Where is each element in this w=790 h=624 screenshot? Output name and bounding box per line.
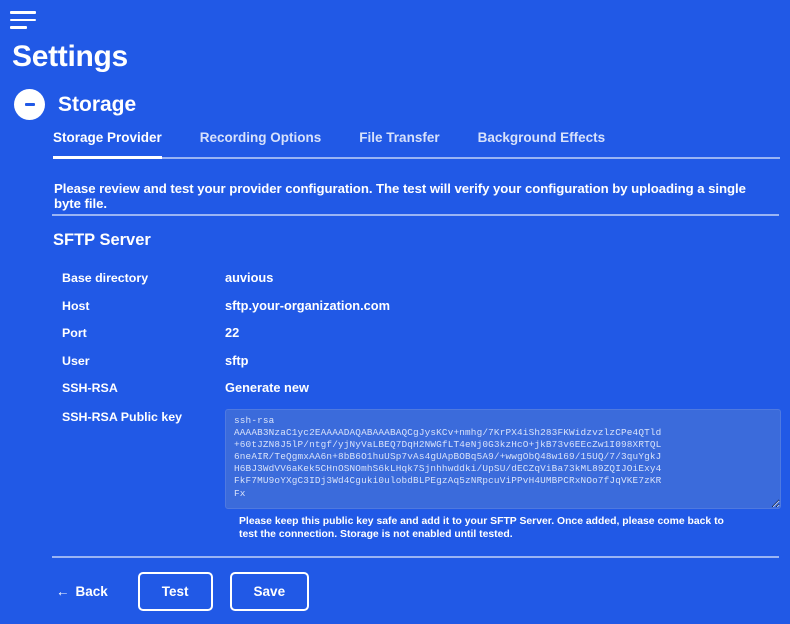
divider-bottom	[52, 556, 779, 558]
hamburger-line	[10, 19, 36, 22]
hamburger-line	[10, 26, 27, 29]
back-arrow-icon: ←	[56, 584, 70, 599]
page-title: Settings	[12, 40, 128, 74]
field-row-port: Port 22	[62, 325, 782, 340]
page-description: Please review and test your provider con…	[54, 181, 774, 211]
tab-background-effects[interactable]: Background Effects	[478, 130, 606, 159]
hamburger-menu-icon[interactable]	[10, 11, 40, 29]
field-label-public-key: SSH-RSA Public key	[62, 409, 225, 424]
generate-new-key-link[interactable]: Generate new	[225, 380, 309, 395]
public-key-textarea[interactable]	[225, 409, 781, 509]
storage-section-header: Storage	[14, 89, 136, 120]
hamburger-line	[10, 11, 36, 14]
field-row-base-directory: Base directory auvious	[62, 270, 782, 285]
collapse-minus-icon[interactable]	[14, 89, 45, 120]
section-title: Storage	[58, 93, 136, 117]
test-button[interactable]: Test	[138, 572, 213, 611]
public-key-container: Please keep this public key safe and add…	[225, 409, 781, 541]
provider-block-title: SFTP Server	[53, 231, 151, 250]
field-value-user: sftp	[225, 353, 248, 368]
field-row-host: Host sftp.your-organization.com	[62, 298, 782, 313]
tab-file-transfer[interactable]: File Transfer	[359, 130, 439, 159]
tab-bar: Storage Provider Recording Options File …	[53, 130, 780, 159]
field-row-public-key: SSH-RSA Public key Please keep this publ…	[62, 409, 782, 541]
field-row-user: User sftp	[62, 353, 782, 368]
provider-fields: Base directory auvious Host sftp.your-or…	[62, 270, 782, 541]
minus-glyph	[25, 103, 35, 106]
public-key-hint: Please keep this public key safe and add…	[225, 515, 745, 541]
field-row-ssh-rsa: SSH-RSA Generate new	[62, 380, 782, 395]
field-value-host: sftp.your-organization.com	[225, 298, 390, 313]
footer-actions: ← Back Test Save	[56, 572, 326, 611]
tab-storage-provider[interactable]: Storage Provider	[53, 130, 162, 159]
field-label-host: Host	[62, 298, 225, 313]
field-label-ssh-rsa: SSH-RSA	[62, 380, 225, 395]
save-button[interactable]: Save	[230, 572, 310, 611]
field-label-user: User	[62, 353, 225, 368]
field-value-port: 22	[225, 325, 239, 340]
field-value-base-directory: auvious	[225, 270, 273, 285]
field-label-base-directory: Base directory	[62, 270, 225, 285]
divider-top	[52, 214, 779, 216]
field-label-port: Port	[62, 325, 225, 340]
tab-recording-options[interactable]: Recording Options	[200, 130, 322, 159]
back-button[interactable]: ← Back	[56, 584, 108, 599]
back-button-label: Back	[76, 584, 108, 599]
